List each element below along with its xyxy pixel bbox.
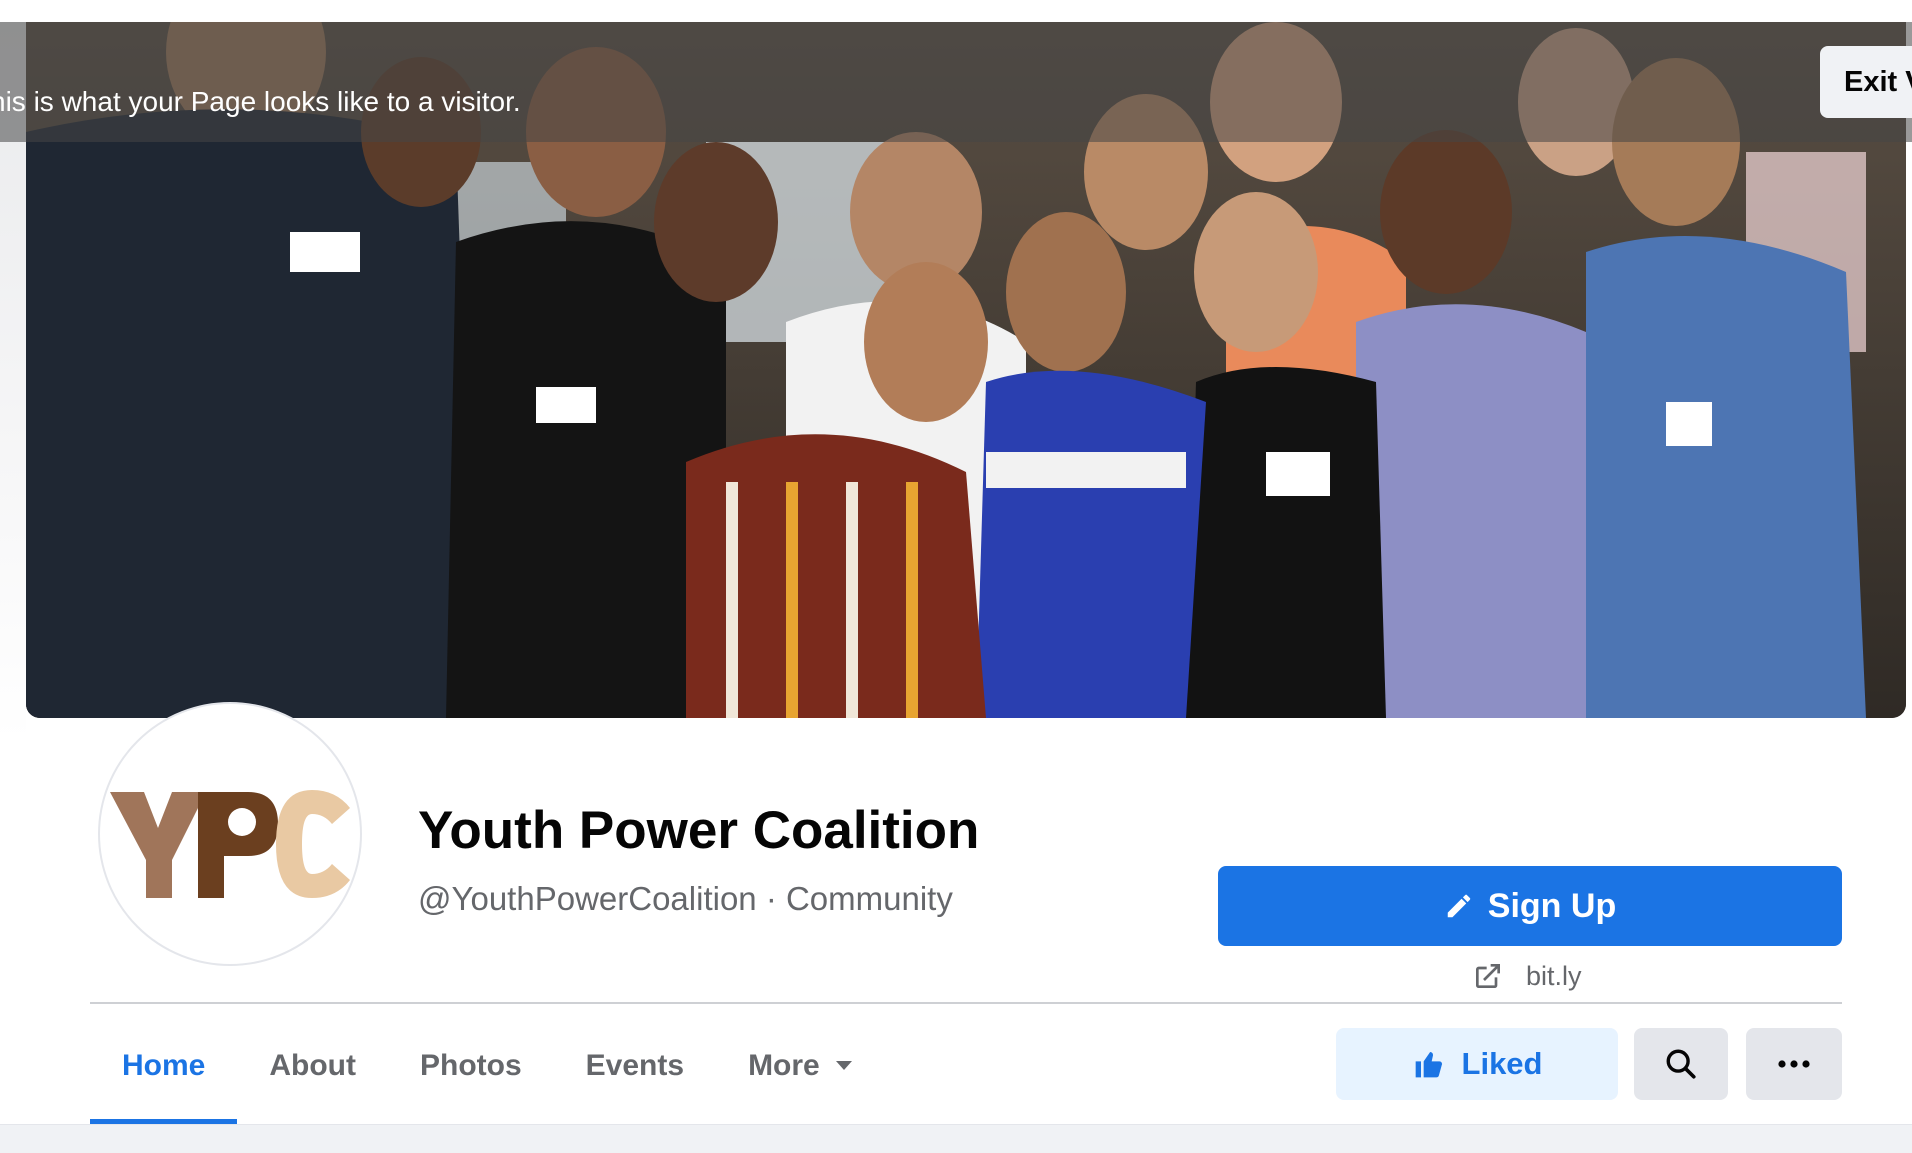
page-title: Youth Power Coalition [418,801,980,860]
sign-up-button[interactable]: Sign Up [1218,866,1842,946]
header-divider [90,1002,1842,1004]
search-icon [1666,1049,1696,1079]
tab-events-label: Events [585,1049,685,1082]
tab-about-label: About [269,1049,356,1082]
tab-home-label: Home [122,1049,206,1082]
page-search-button[interactable] [1634,1028,1728,1100]
visitor-preview-text: his is what your Page looks like to a vi… [0,86,521,117]
thumbs-up-icon [1415,1052,1442,1078]
external-link[interactable]: bit.ly [1472,956,1582,996]
external-link-icon [1476,964,1500,988]
feed-background [0,1124,1912,1153]
page-profile-picture[interactable] [98,702,362,966]
tab-events[interactable]: Events [554,1016,716,1116]
pencil-icon [1447,894,1471,918]
ypc-logo [110,790,350,898]
tab-photos-label: Photos [420,1049,522,1082]
external-link-text: bit.ly [1526,960,1582,991]
liked-label: Liked [1461,1046,1543,1081]
visitor-preview-banner: his is what your Page looks like to a vi… [0,22,1912,142]
ellipsis-icon [1778,1060,1810,1068]
tab-about[interactable]: About [237,1016,388,1116]
browser-top-strip [0,0,1912,22]
page-tabs: Home About Photos Events More [90,1016,886,1124]
caret-down-icon [835,1061,852,1070]
page-handle-category: @YouthPowerCoalition · Community [418,880,953,917]
tab-more[interactable]: More [716,1016,886,1116]
sign-up-label: Sign Up [1487,886,1617,925]
liked-button[interactable]: Liked [1336,1028,1618,1100]
more-options-button[interactable] [1746,1028,1842,1100]
tab-photos[interactable]: Photos [388,1016,554,1116]
tab-more-label: More [748,1049,820,1082]
tab-home[interactable]: Home [90,1016,238,1124]
exit-visitor-view-button[interactable]: Exit V [1820,46,1912,118]
